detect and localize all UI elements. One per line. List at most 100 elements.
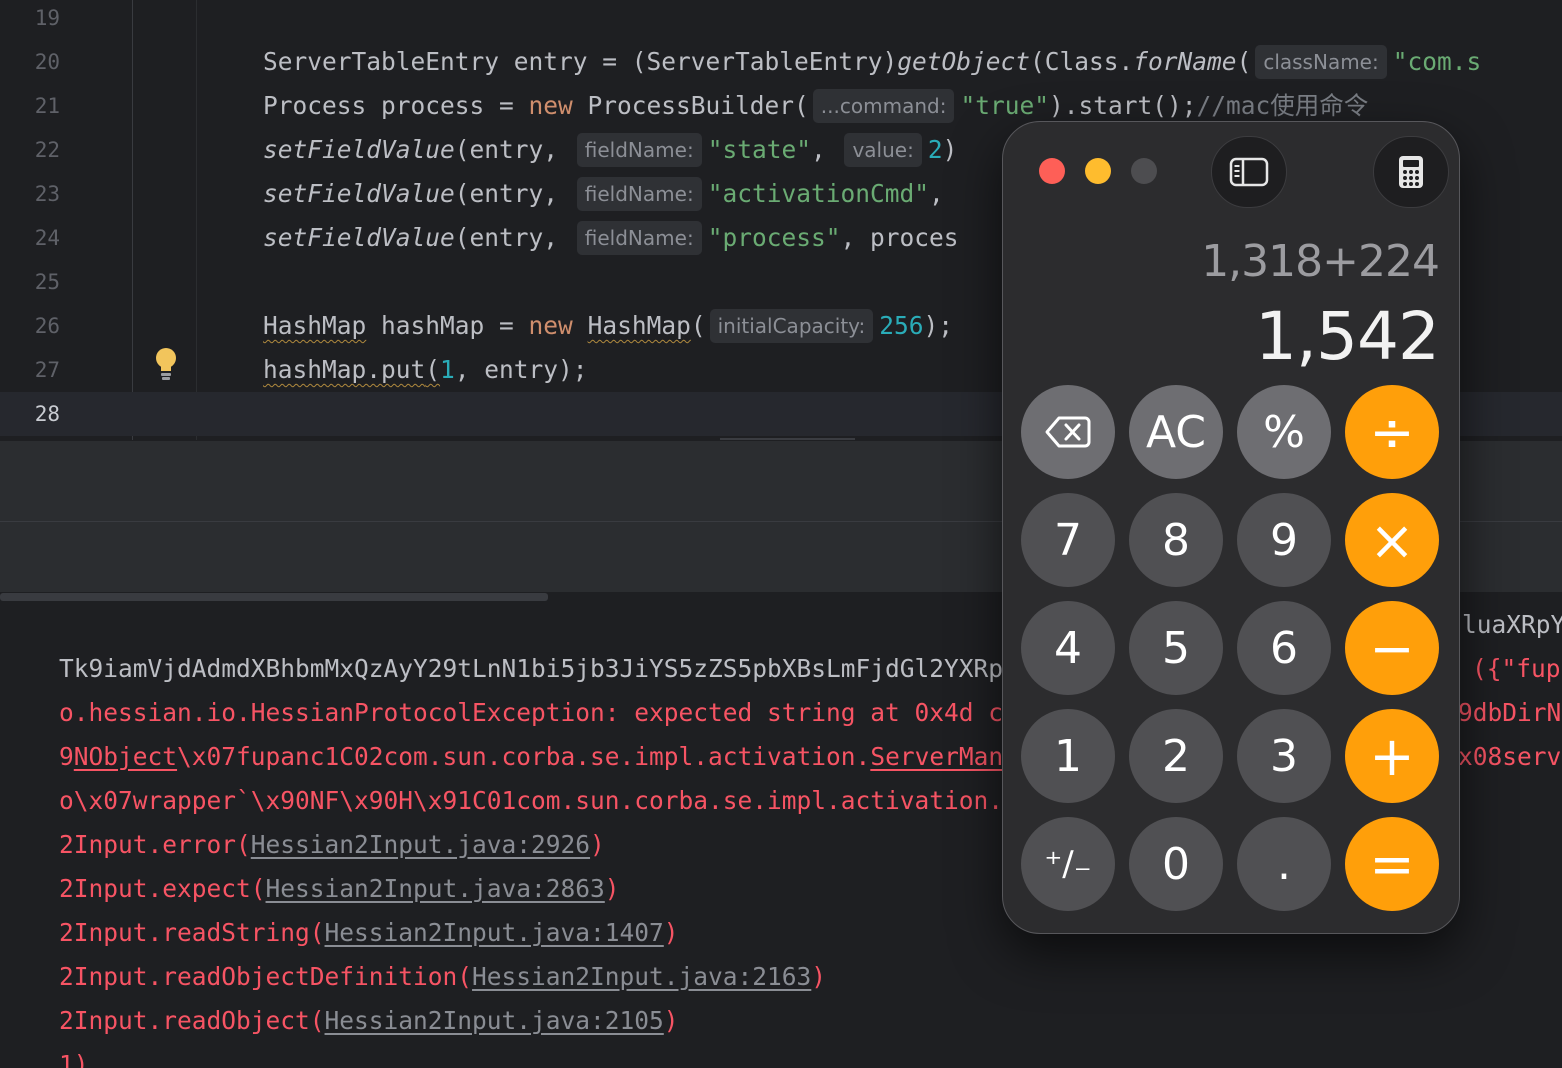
- minimize-window-button[interactable]: [1085, 158, 1111, 184]
- digit-4-button[interactable]: 4: [1021, 601, 1115, 695]
- sidebar-toggle-button[interactable]: [1211, 136, 1287, 208]
- console-line: o\x07wrapper`\x90NF\x90H\x91C01com.sun.c…: [0, 735, 1018, 815]
- code-text: setFieldValue (entry, fieldName: "activati…: [263, 172, 944, 216]
- code-token: (entry,: [454, 135, 573, 164]
- code-token: (: [1236, 47, 1252, 76]
- code-token: "com.s: [1392, 47, 1482, 76]
- code-token: hashMap.put: [263, 355, 426, 384]
- lightbulb-icon[interactable]: [152, 346, 180, 382]
- console-text: x08serv: [1458, 742, 1562, 771]
- source-link[interactable]: Hessian2Input.java:2105: [325, 1006, 664, 1035]
- parameter-hint: value:: [844, 133, 922, 167]
- code-token: forName: [1133, 47, 1237, 76]
- code-token: setFieldValue: [263, 135, 455, 164]
- code-text: setFieldValue (entry, fieldName: "process"…: [263, 216, 958, 260]
- code-token: setFieldValue: [263, 223, 455, 252]
- line-number: 25: [34, 270, 60, 294]
- parameter-hint: fieldName:: [576, 221, 702, 255]
- console-text: ({"fup: [1472, 654, 1561, 683]
- code-text: ServerTableEntry entry = (ServerTableEnt…: [263, 40, 1481, 84]
- parameter-hint: initialCapacity:: [709, 309, 874, 343]
- line-number: 26: [34, 314, 60, 338]
- code-text: HashMap hashMap = new HashMap(initialCap…: [263, 304, 953, 348]
- clear-button[interactable]: AC: [1129, 385, 1223, 479]
- percent-button[interactable]: %: [1237, 385, 1331, 479]
- divide-button[interactable]: ÷: [1345, 385, 1439, 479]
- line-number: 21: [34, 94, 60, 118]
- code-text: setFieldValue (entry, fieldName: "state", …: [263, 128, 957, 172]
- code-line-19[interactable]: 19: [0, 0, 1562, 40]
- code-token: ,: [810, 135, 841, 164]
- line-number: 27: [34, 358, 60, 382]
- subtract-button[interactable]: −: [1345, 601, 1439, 695]
- multiply-button[interactable]: ×: [1345, 493, 1439, 587]
- digit-1-button[interactable]: 1: [1021, 709, 1115, 803]
- code-token: getObject: [897, 47, 1031, 76]
- parameter-hint: fieldName:: [576, 177, 702, 211]
- console-text: 9dbDirN: [1458, 698, 1562, 727]
- digit-0-button[interactable]: 0: [1129, 817, 1223, 911]
- backspace-icon: [1045, 416, 1091, 448]
- code-token: (entry,: [454, 223, 573, 252]
- digit-7-button[interactable]: 7: [1021, 493, 1115, 587]
- digit-8-button[interactable]: 8: [1129, 493, 1223, 587]
- digit-2-button[interactable]: 2: [1129, 709, 1223, 803]
- line-number: 24: [34, 226, 60, 250]
- console-text: luaXRpY: [1462, 610, 1562, 639]
- code-token: HashMap: [587, 311, 691, 340]
- calculator-icon: [1399, 156, 1423, 188]
- horizontal-scrollbar[interactable]: [0, 593, 548, 601]
- parameter-hint: className:: [1255, 45, 1387, 79]
- add-button[interactable]: +: [1345, 709, 1439, 803]
- line-number: 20: [34, 50, 60, 74]
- stack-trace-line: 2Input.readObject(Hessian2Input.java:210…: [0, 955, 679, 1035]
- code-token: ProcessBuilder(: [572, 91, 809, 120]
- line-number: 19: [34, 6, 60, 30]
- parameter-hint: fieldName:: [576, 133, 702, 167]
- code-token: (: [425, 355, 441, 384]
- code-token: setFieldValue: [263, 179, 455, 208]
- console-text: 1): [59, 1050, 89, 1068]
- code-token: (entry,: [454, 179, 573, 208]
- code-token: 1: [440, 355, 455, 384]
- console-text: 2Input.readObject(: [59, 1006, 325, 1035]
- code-token: hashMap =: [366, 311, 529, 340]
- zoom-window-button[interactable]: [1131, 158, 1157, 184]
- code-token: ServerTableEntry entry = (ServerTableEnt…: [263, 47, 898, 76]
- code-token: new: [528, 311, 573, 340]
- code-token: 256: [879, 311, 924, 340]
- code-token: ,: [928, 179, 944, 208]
- digit-9-button[interactable]: 9: [1237, 493, 1331, 587]
- line-number: 22: [34, 138, 60, 162]
- expression-display: 1,318+224: [1201, 236, 1440, 287]
- stack-trace-line: 2Input.readString(Hessian2Input.java:140…: [0, 867, 679, 947]
- plus-minus-button[interactable]: ⁺∕₋: [1021, 817, 1115, 911]
- calculator-window[interactable]: 1,318+224 1,542 AC % ÷ 7 8 9 × 4 5 6 − 1…: [1002, 121, 1460, 934]
- code-token: 2: [927, 135, 943, 164]
- calculator-mode-button[interactable]: [1373, 136, 1449, 208]
- code-token: new: [528, 91, 573, 120]
- digit-5-button[interactable]: 5: [1129, 601, 1223, 695]
- code-token: );: [923, 311, 954, 340]
- console-text: ): [811, 962, 827, 991]
- code-line-20[interactable]: 20 ServerTableEntry entry = (ServerTable…: [0, 40, 1562, 84]
- code-token: Process process =: [263, 91, 529, 120]
- backspace-button[interactable]: [1021, 385, 1115, 479]
- stack-trace-line: 2Input.readObjectDefinition(Hessian2Inpu…: [0, 911, 826, 991]
- console-line: Tk9iamVjdAdmdXBhbmMxQzAyY29tLnN1bi5jb3Ji…: [0, 603, 1018, 683]
- code-token: ): [942, 135, 958, 164]
- stack-trace-line: 2Input.expect(Hessian2Input.java:2863): [0, 823, 620, 903]
- digit-6-button[interactable]: 6: [1237, 601, 1331, 695]
- line-number: 23: [34, 182, 60, 206]
- equals-button[interactable]: =: [1345, 817, 1439, 911]
- close-window-button[interactable]: [1039, 158, 1065, 184]
- code-token: "process": [707, 223, 841, 252]
- code-token: (: [690, 311, 706, 340]
- decimal-button[interactable]: .: [1237, 817, 1331, 911]
- stack-trace-line: 2Input.error(Hessian2Input.java:2926): [0, 779, 605, 859]
- code-token: HashMap: [263, 311, 367, 340]
- result-display: 1,542: [1255, 298, 1440, 375]
- code-token: "activationCmd": [707, 179, 929, 208]
- digit-3-button[interactable]: 3: [1237, 709, 1331, 803]
